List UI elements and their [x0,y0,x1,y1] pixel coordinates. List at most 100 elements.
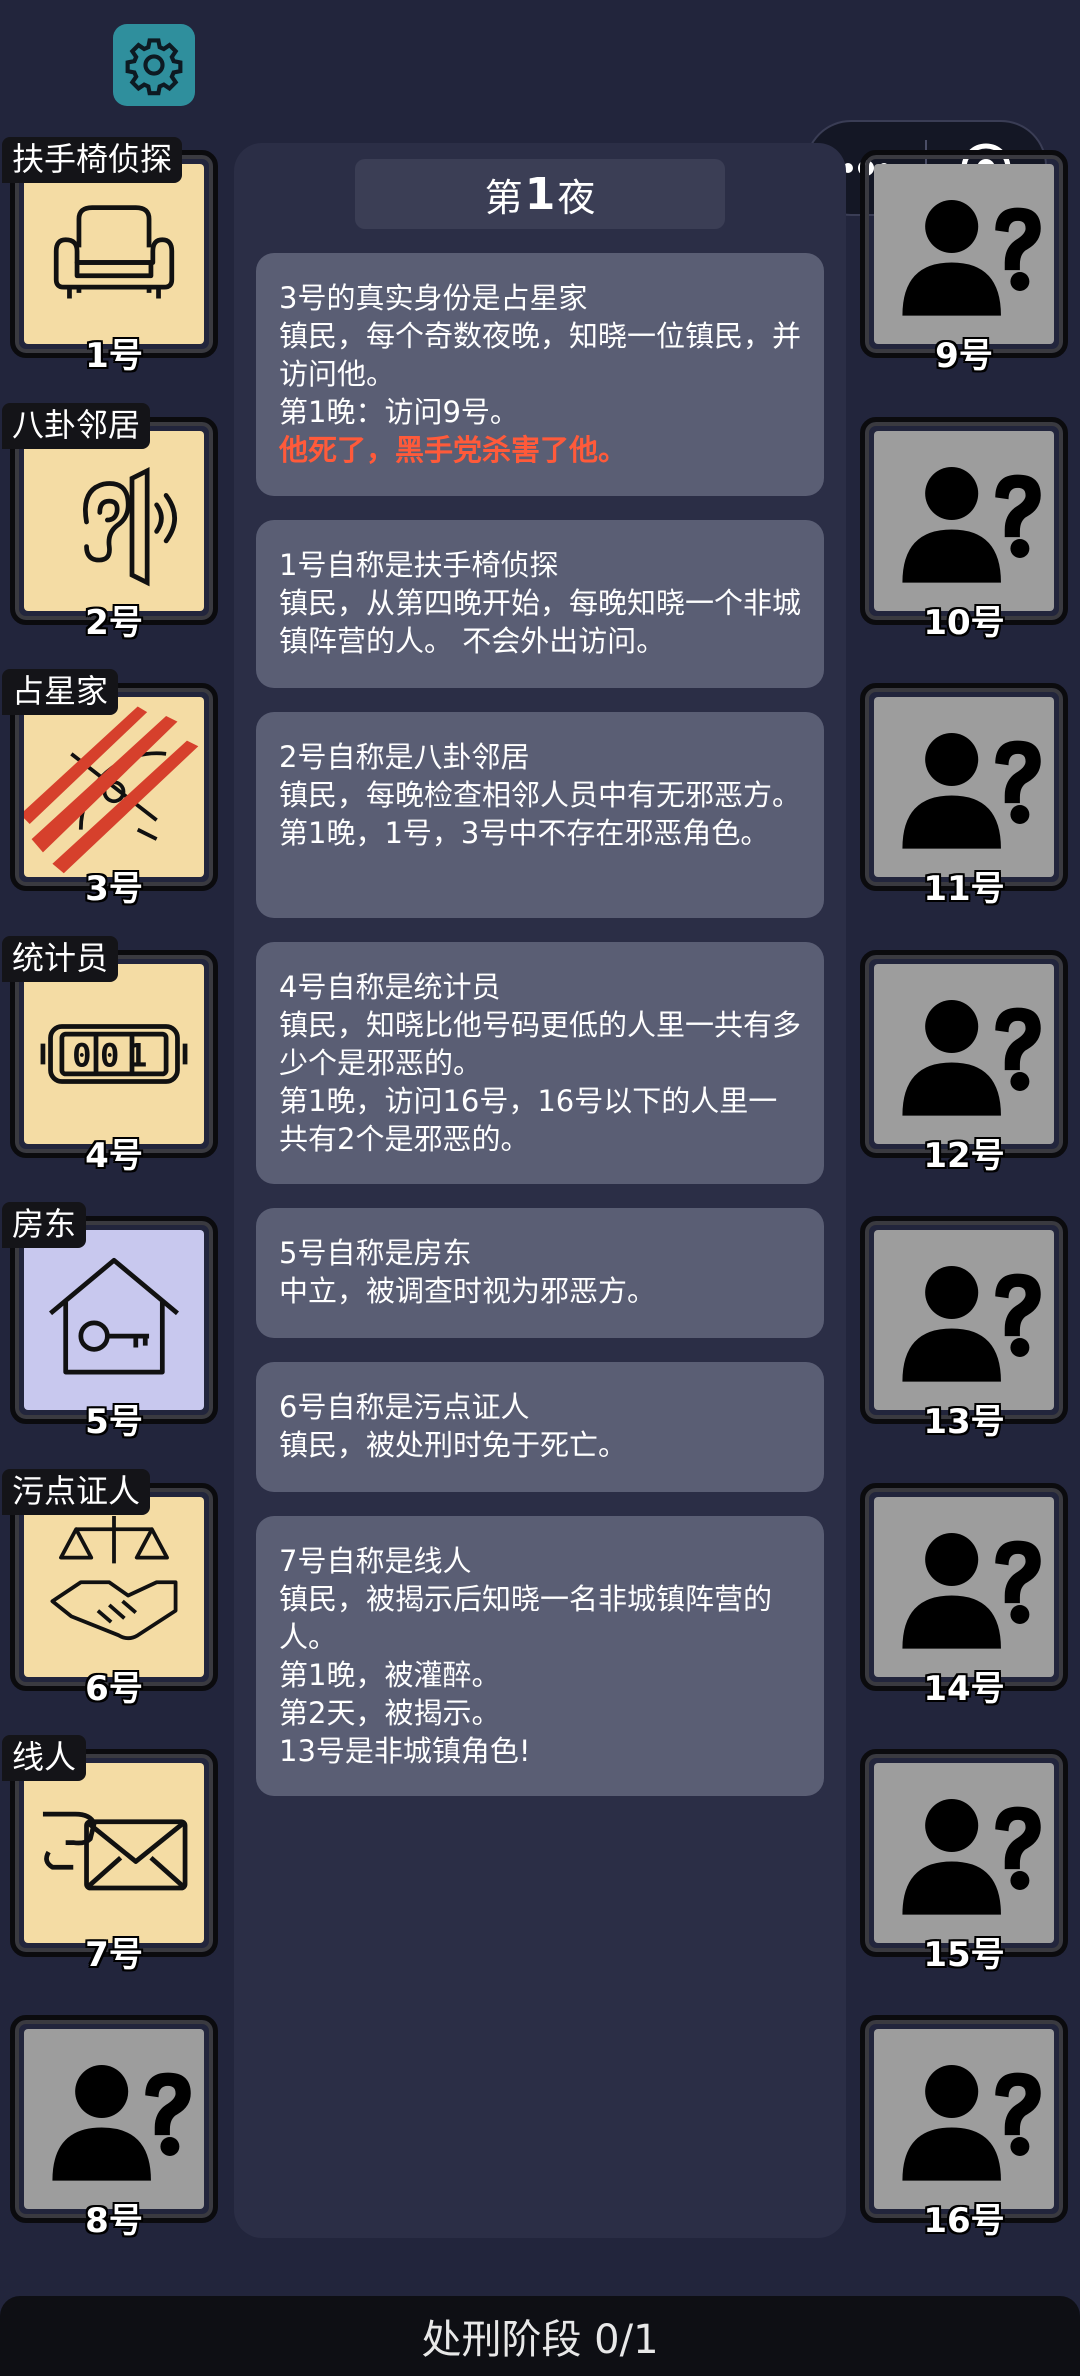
message-line: 镇民，每个奇数夜晚，知晓一位镇民，并访问他。 [279,319,802,391]
card-face [24,164,204,344]
scales-handshake-icon [50,1515,178,1641]
log-message: 7号自称是线人 镇民，被揭示后知晓一名非城镇阵营的人。 第1晚，被灌醉。 第2天… [256,1516,824,1796]
message-line: 7号自称是线人 [279,1544,472,1578]
card-face [24,1230,204,1410]
message-line: 3号的真实身份是占星家 [279,281,588,315]
card-face [24,1497,204,1677]
message-line: 第1晚，1号，3号中不存在邪恶角色。 [279,816,770,850]
unknown-person-icon [902,1000,1041,1116]
message-line: 1号自称是扶手椅侦探 [279,548,559,582]
seat-number: 13号 [923,1402,1005,1442]
message-line: 第1晚，被灌醉。 [279,1658,501,1692]
role-label: 线人 [2,1735,87,1781]
settings-button[interactable] [113,24,195,106]
claw-scratch-icon [24,706,199,874]
gear-icon [125,38,183,96]
card-face [874,431,1054,611]
card-face [874,1230,1054,1410]
card-face [874,697,1054,877]
seat-number: 2号 [85,603,143,643]
card-face [874,1497,1054,1677]
message-line: 镇民，每晚检查相邻人员中有无邪恶方。 [279,778,802,812]
player-card-10[interactable]: 10号 [860,417,1068,643]
log-message: 4号自称是统计员 镇民，知晓比他号码更低的人里一共有多少个是邪恶的。 第1晚，访… [256,942,824,1184]
message-line: 镇民，知晓比他号码更低的人里一共有多少个是邪恶的。 [279,1008,802,1080]
player-card-8[interactable]: 8号 [10,2015,218,2241]
seat-number: 1号 [85,336,143,376]
role-label: 扶手椅侦探 [2,137,183,183]
card-face [24,697,204,877]
envelope-hand-icon [42,1811,188,1891]
counter-digits: 001 [72,1036,156,1074]
message-alert: 他死了，黑手党杀害了他。 [279,433,628,467]
player-card-15[interactable]: 15号 [860,1749,1068,1975]
role-label: 房东 [2,1202,87,1248]
message-line: 第2天，被揭示。 [279,1696,501,1730]
message-line: 6号自称是污点证人 [279,1390,530,1424]
message-line: 中立，被调查时视为邪恶方。 [279,1274,657,1308]
card-face [24,1763,204,1943]
player-card-11[interactable]: 11号 [860,683,1068,909]
night-prefix: 第 [484,175,523,220]
role-label: 统计员 [2,936,119,982]
role-label: 八卦邻居 [2,403,151,449]
player-card-14[interactable]: 14号 [860,1483,1068,1709]
message-line: 第1晚：访问9号。 [279,395,519,429]
unknown-person-icon [902,467,1041,583]
house-key-icon [49,1257,179,1375]
night-number: 1 [524,168,556,220]
role-label: 污点证人 [2,1469,151,1515]
seat-number: 10号 [923,603,1005,643]
phase-label: 处刑阶段 0/1 [421,2317,659,2363]
message-line: 镇民，被揭示后知晓一名非城镇阵营的人。 [279,1582,773,1654]
card-face [874,1763,1054,1943]
unknown-person-icon [902,2065,1041,2181]
seat-number: 6号 [85,1669,143,1709]
player-card-16[interactable]: 16号 [860,2015,1068,2241]
card-face [24,2029,204,2209]
seat-number: 15号 [923,1935,1005,1975]
seat-number: 14号 [923,1669,1005,1709]
unknown-person-icon [902,733,1041,849]
player-card-13[interactable]: 13号 [860,1216,1068,1442]
log-message: 2号自称是八卦邻居 镇民，每晚检查相邻人员中有无邪恶方。 第1晚，1号，3号中不… [256,712,824,918]
armchair-icon [53,205,175,299]
log-message: 3号的真实身份是占星家 镇民，每个奇数夜晚，知晓一位镇民，并访问他。 第1晚：访… [256,253,824,496]
sextant-icon [24,706,199,874]
seat-number: 16号 [923,2201,1005,2241]
message-line: 镇民，被处刑时免于死亡。 [279,1428,628,1462]
message-line: 镇民，从第四晚开始，每晚知晓一个非城镇阵营的人。 不会外出访问。 [279,586,802,658]
card-face [874,2029,1054,2209]
seat-number: 7号 [85,1935,143,1975]
counter-icon: 001 [40,1024,188,1084]
seat-number: 5号 [85,1402,143,1442]
message-line: 13号是非城镇角色! [279,1734,531,1768]
seat-number: 12号 [923,1136,1005,1176]
unknown-person-icon [902,1266,1041,1382]
seat-number: 3号 [85,869,143,909]
message-line: 2号自称是八卦邻居 [279,740,530,774]
card-face [874,164,1054,344]
seat-number: 4号 [85,1136,143,1176]
log-message: 5号自称是房东 中立，被调查时视为邪恶方。 [256,1208,824,1338]
unknown-person-icon [902,200,1041,316]
seat-number: 9号 [935,336,993,376]
night-title: 第1夜 [355,159,725,229]
card-face: 001 [24,964,204,1144]
execution-phase-bar[interactable]: 处刑阶段 0/1 [0,2296,1080,2376]
message-line: 5号自称是房东 [279,1236,472,1270]
seat-number: 11号 [923,869,1005,909]
player-card-12[interactable]: 12号 [860,950,1068,1176]
unknown-person-icon [902,1533,1041,1649]
unknown-person-icon [52,2065,191,2181]
card-face [874,964,1054,1144]
unknown-person-icon [902,1799,1041,1915]
card-face [24,431,204,611]
message-line: 4号自称是统计员 [279,970,501,1004]
player-card-9[interactable]: 9号 [860,150,1068,376]
night-suffix: 夜 [557,175,596,220]
log-message: 6号自称是污点证人 镇民，被处刑时免于死亡。 [256,1362,824,1492]
ear-wall-icon [83,466,177,587]
message-line: 第1晚，访问16号，16号以下的人里一共有2个是邪恶的。 [279,1084,778,1156]
log-message: 1号自称是扶手椅侦探 镇民，从第四晚开始，每晚知晓一个非城镇阵营的人。 不会外出… [256,520,824,688]
